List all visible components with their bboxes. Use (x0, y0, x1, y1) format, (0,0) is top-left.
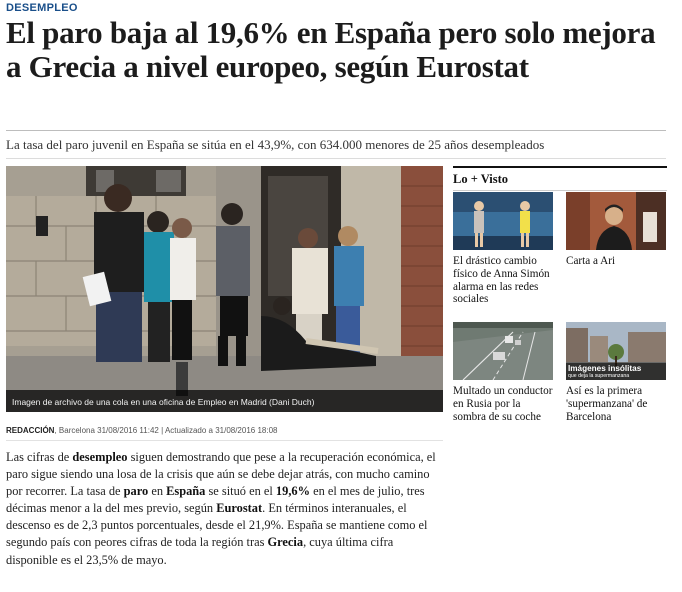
most-viewed-sidebar: Lo + Visto (453, 166, 667, 191)
thumbnail-illustration (566, 192, 666, 250)
most-viewed-title[interactable]: Multado un conductor en Rusia por la som… (453, 385, 553, 423)
thumbnail-illustration (453, 322, 553, 380)
section-label[interactable]: DESEMPLEO (6, 2, 78, 14)
byline-published: Barcelona 31/08/2016 11:42 (56, 426, 159, 435)
divider (6, 440, 443, 441)
thumbnail[interactable] (453, 192, 553, 250)
most-viewed-title[interactable]: El drástico cambio físico de Anna Simón … (453, 255, 553, 306)
most-viewed-title[interactable]: Carta a Ari (566, 255, 666, 268)
most-viewed-title[interactable]: Así es la primera 'supermanzana' de Barc… (566, 385, 666, 423)
body-text: Las cifras de (6, 450, 73, 464)
subheadline: La tasa del paro juvenil en España se si… (6, 137, 545, 152)
overlay-title: Imágenes insólitas (568, 364, 642, 373)
byline-author[interactable]: REDACCIÓN (6, 426, 54, 435)
body-text: en (148, 484, 167, 499)
keyword-link-espana[interactable]: España (166, 484, 205, 498)
sidebar-title: Lo + Visto (453, 166, 667, 191)
article-body: Las cifras de desempleo siguen demostran… (6, 449, 436, 569)
thumbnail-overlay: Imágenes insólitas que deja la supermanz… (566, 363, 666, 380)
byline: REDACCIÓN, Barcelona 31/08/2016 11:42 | … (6, 426, 277, 435)
most-viewed-item[interactable]: El drástico cambio físico de Anna Simón … (453, 192, 553, 306)
thumbnail[interactable] (566, 192, 666, 250)
headline: El paro baja al 19,6% en España pero sol… (6, 15, 656, 84)
thumbnail-illustration (453, 192, 553, 250)
divider (6, 158, 666, 159)
most-viewed-item[interactable]: Carta a Ari (566, 192, 666, 268)
keyword-link-paro[interactable]: paro (124, 484, 149, 498)
byline-updated: Actualizado a 31/08/2016 18:08 (164, 426, 278, 435)
body-highlight: 19,6% (275, 484, 310, 499)
hero-image[interactable]: Imagen de archivo de una cola en una ofi… (6, 166, 443, 412)
divider (6, 130, 666, 131)
most-viewed-item[interactable]: Imágenes insólitas que deja la supermanz… (566, 322, 666, 423)
most-viewed-item[interactable]: Multado un conductor en Rusia por la som… (453, 322, 553, 423)
body-text: se situó en el (205, 484, 276, 499)
thumbnail[interactable] (453, 322, 553, 380)
thumbnail[interactable]: Imágenes insólitas que deja la supermanz… (566, 322, 666, 380)
hero-photo-illustration (6, 166, 443, 412)
keyword-link-eurostat[interactable]: Eurostat (216, 501, 262, 515)
keyword-link-grecia[interactable]: Grecia (268, 535, 304, 549)
overlay-subtitle: que deja la supermanzana (568, 373, 630, 379)
hero-caption: Imagen de archivo de una cola en una ofi… (12, 397, 315, 407)
keyword-link-desempleo[interactable]: desempleo (72, 450, 127, 464)
